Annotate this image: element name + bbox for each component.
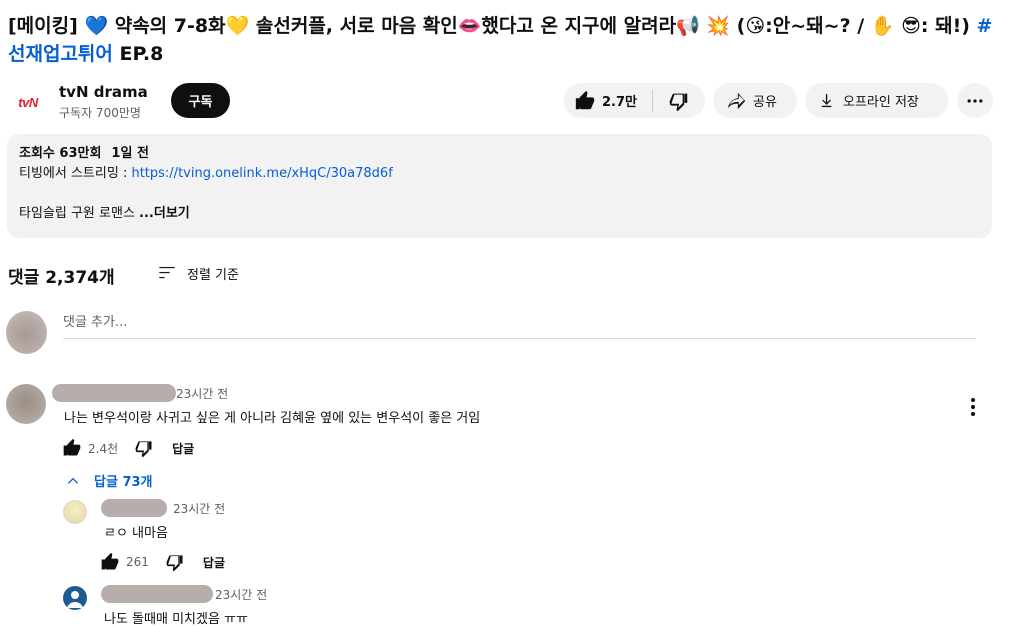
subscribe-button[interactable]: 구독 [171,83,230,118]
thumbs-up-icon [575,90,595,109]
thumbs-down-icon[interactable] [134,438,154,458]
reply-time[interactable]: 23시간 전 [215,586,267,603]
reply-time[interactable]: 23시간 전 [173,500,225,517]
thumbs-down-icon [669,93,688,111]
reply-button[interactable]: 답글 [203,554,225,571]
description-preview: 타임슬립 구원 로맨스 ...더보기 [19,204,980,224]
chevron-up-icon [67,477,79,484]
title-emoji: ✋ [870,15,895,37]
like-count: 2.7만 [602,95,637,110]
channel-logo[interactable]: tvN [8,82,48,122]
stream-link[interactable]: https://tving.onelink.me/xHqC/30a78d6f [131,166,392,181]
title-emoji: 💥 [706,15,731,37]
reply-like-count: 261 [126,555,149,569]
comment-time[interactable]: 23시간 전 [176,385,228,402]
channel-logo-text: tvN [18,94,38,110]
offline-label: 오프라인 저장 [843,95,919,110]
sort-icon [159,267,175,279]
offline-save-button[interactable]: 오프라인 저장 [805,83,948,118]
download-icon [821,93,832,107]
comment-avatar[interactable] [6,384,46,424]
title-emoji: 👄 [457,15,482,37]
share-label: 공유 [753,95,777,110]
title-text: ( [730,15,746,37]
view-count: 조회수 63만회 [19,146,102,161]
channel-row: tvN tvN drama 구독자 700만명 구독 2.7만 공유 오프라인 … [8,80,998,122]
stream-line: 티빙에서 스트리밍 : https://tving.onelink.me/xHq… [19,164,980,184]
reply-avatar[interactable] [63,586,87,610]
title-text: [메이킹] [8,15,85,37]
replies-count: 답글 73개 [94,475,153,490]
default-user-icon [67,591,83,608]
sort-button[interactable]: 정렬 기준 [157,263,239,283]
title-text: 솔선커플, 서로 마음 확인 [249,15,458,37]
share-button[interactable]: 공유 [713,83,797,118]
reply-author-line: 23시간 전 [101,585,267,603]
video-title: [메이킹] 💙 약속의 7-8화💛 솔선커플, 서로 마음 확인👄했다고 온 지… [8,12,998,68]
stream-prefix: 티빙에서 스트리밍 : [19,166,132,181]
comment-text: 나는 변우석이랑 사귀고 싶은 게 아니라 김혜윤 옆에 있는 변우석이 좋은 … [64,411,481,426]
comment-like-count: 2.4천 [88,441,119,456]
title-emoji: 💙 [84,15,109,37]
add-comment-input[interactable]: 댓글 추가... [63,313,976,339]
more-horizontal-icon [967,98,983,103]
reply-avatar[interactable] [63,500,87,524]
reply-author-line: 23시간 전 [101,499,225,517]
replies-toggle-button[interactable]: 답글 73개 [66,471,153,490]
comment-author-line: 23시간 전 [52,384,228,402]
subscriber-count: 구독자 700만명 [59,106,141,120]
upload-date: 1일 전 [111,146,149,161]
show-more-link[interactable]: ...더보기 [139,206,190,221]
channel-name[interactable]: tvN drama [59,83,148,101]
reply-button[interactable]: 답글 [172,440,194,457]
comment-menu-button[interactable] [963,395,983,419]
like-button[interactable]: 2.7만 [564,83,652,118]
preview-text: 타임슬립 구원 로맨스 [19,206,140,221]
comments-header: 댓글 2,374개 [8,262,115,288]
reply-text: ㄹㅇ 내마음 [104,526,168,541]
thumbs-up-icon[interactable] [100,552,120,572]
reply-actions: 261 답글 [100,552,225,572]
more-vertical-icon [971,398,975,416]
current-user-avatar [6,311,47,354]
dislike-button[interactable] [653,83,705,118]
title-emoji: 💛 [225,15,250,37]
reply-text: 나도 돌때매 미치겠음 ㅠㅠ [104,612,248,627]
title-emoji: 📢 [676,15,700,37]
description-box[interactable]: 조회수 63만회 1일 전 티빙에서 스트리밍 : https://tving.o… [7,134,992,238]
redacted-author-name[interactable] [101,499,167,517]
title-text: 했다고 온 지구에 알려라 [481,15,677,37]
share-icon [727,92,746,109]
title-text: 약속의 7-8화 [108,15,226,37]
comments-count: 댓글 2,374개 [8,267,115,288]
comment-actions: 2.4천 답글 [62,438,194,458]
view-meta: 조회수 63만회 1일 전 [19,144,980,164]
more-actions-button[interactable] [957,83,993,118]
title-text: : 돼!) [920,15,977,37]
thumbs-down-icon[interactable] [165,552,185,572]
thumbs-up-icon[interactable] [62,438,82,458]
like-dislike-group: 2.7만 [564,83,705,118]
title-emoji: 😎 [901,15,921,37]
redacted-author-name[interactable] [52,384,176,402]
title-text: EP.8 [112,43,164,65]
title-emoji: 😘 [745,15,766,37]
redacted-author-name[interactable] [101,585,213,603]
title-text: :안~돼~? / [765,15,871,37]
sort-label: 정렬 기준 [187,267,239,283]
